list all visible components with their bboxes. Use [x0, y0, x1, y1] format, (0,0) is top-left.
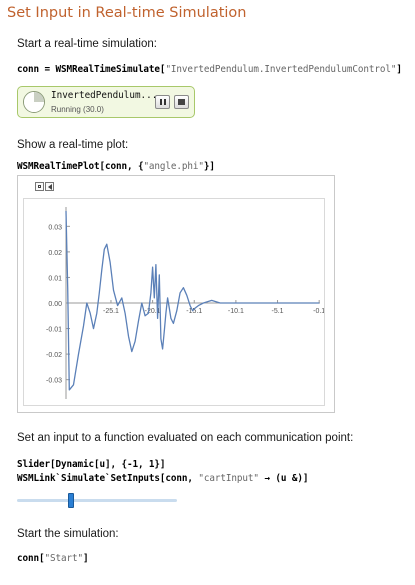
- code-setinputs-string: "cartInput": [198, 473, 259, 484]
- code-line-realtime-plot[interactable]: WSMRealTimePlot[conn, {"angle.phi"}]: [17, 161, 215, 172]
- clock-progress-icon: [23, 91, 45, 113]
- y-tick-label: -0.02: [46, 352, 62, 359]
- y-tick-label: -0.01: [46, 327, 62, 334]
- code-plot-var-string: "angle.phi": [143, 161, 204, 172]
- plot-rewind-icon[interactable]: [45, 182, 54, 191]
- series-line-angle-phi: [65, 210, 320, 391]
- simulation-status: Running (30.0): [51, 105, 104, 114]
- y-tick-label: 0.02: [48, 250, 62, 257]
- x-tick-label: -5.1: [271, 308, 283, 315]
- plot-options-icon[interactable]: [35, 182, 44, 191]
- y-tick-label: -0.03: [46, 378, 62, 385]
- stop-icon[interactable]: [174, 95, 189, 109]
- slider-track[interactable]: [17, 499, 177, 502]
- page-title: Set Input in Real-time Simulation: [7, 5, 247, 21]
- code-conn-model-string: "InvertedPendulum.InvertedPendulumContro…: [165, 64, 397, 75]
- x-tick-label: -25.1: [103, 308, 119, 315]
- x-tick-label: -0.1: [313, 308, 324, 315]
- step-label-plot: Show a real-time plot:: [17, 139, 129, 151]
- x-tick-label: -10.1: [228, 308, 244, 315]
- pause-icon[interactable]: [155, 95, 170, 109]
- code-line-set-inputs[interactable]: WSMLink`Simulate`SetInputs[conn, "cartIn…: [17, 473, 308, 484]
- code-start-string: "Start": [44, 553, 84, 564]
- slider-thumb[interactable]: [67, 493, 74, 508]
- step-label-set-input: Set an input to a function evaluated on …: [17, 432, 354, 444]
- y-tick-label: 0.00: [48, 301, 62, 308]
- plot-toolbar: [35, 182, 55, 193]
- code-line-start[interactable]: conn["Start"]: [17, 553, 89, 564]
- code-plot-prefix: WSMRealTimePlot[conn, {: [17, 161, 144, 172]
- code-conn-prefix: conn = WSMRealTimeSimulate[: [17, 64, 166, 75]
- code-conn-suffix: ]: [396, 64, 402, 75]
- plot-area: -0.03 -0.02 -0.01 0.00 0.01 0.02 0.03 -25.1 -20.…: [23, 198, 325, 406]
- code-line-realtime-simulate[interactable]: conn = WSMRealTimeSimulate["InvertedPend…: [17, 64, 402, 75]
- code-line-slider[interactable]: Slider[Dynamic[u], {-1, 1}]: [17, 459, 166, 470]
- code-start-prefix: conn[: [17, 553, 45, 564]
- code-start-suffix: ]: [82, 553, 89, 564]
- code-slider: Slider[Dynamic[u], {-1, 1}]: [17, 459, 166, 470]
- y-tick-label: 0.01: [48, 275, 62, 282]
- simulation-status-panel: InvertedPendulum... Running (30.0): [17, 86, 195, 118]
- code-setinputs-prefix: WSMLink`Simulate`SetInputs[conn,: [17, 473, 199, 484]
- code-plot-suffix: }]: [203, 161, 215, 172]
- code-setinputs-suffix: → (u &)]: [258, 473, 309, 484]
- angle-phi-chart: -0.03-0.02-0.010.000.010.020.03-25.1 -20.…: [46, 207, 325, 399]
- y-tick-label: 0.03: [48, 224, 62, 231]
- input-slider[interactable]: [17, 493, 179, 508]
- simulation-name: InvertedPendulum...: [51, 90, 158, 101]
- step-label-start-realtime: Start a real-time simulation:: [17, 38, 157, 50]
- step-label-start-simulation: Start the simulation:: [17, 528, 119, 540]
- realtime-plot-frame: -0.03 -0.02 -0.01 0.00 0.01 0.02 0.03 -25.1 -20.…: [17, 175, 335, 413]
